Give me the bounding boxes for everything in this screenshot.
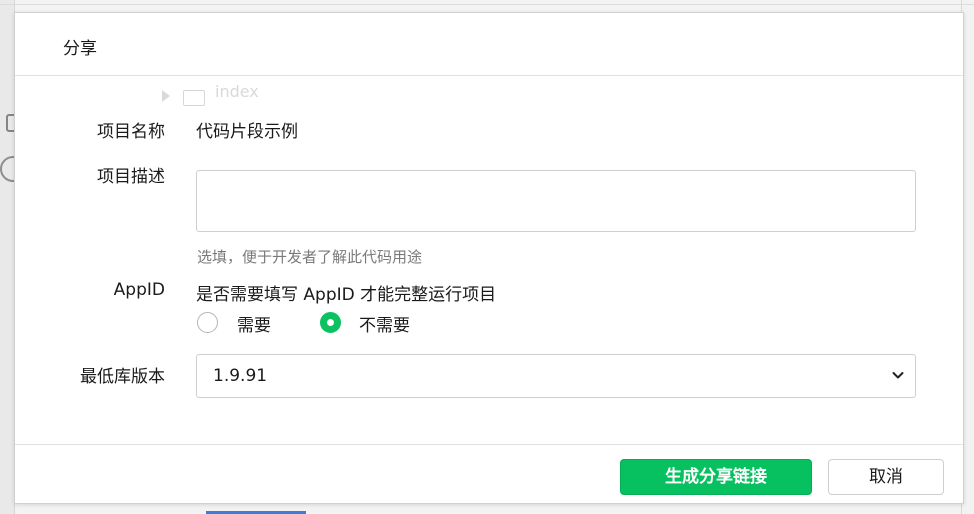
caret-right-icon [162, 90, 170, 102]
background-left-panel [0, 0, 15, 514]
chevron-down-icon [892, 372, 904, 379]
dialog-header: 分享 [15, 13, 963, 76]
project-desc-hint: 选填，便于开发者了解此代码用途 [197, 248, 423, 266]
project-name-label: 项目名称 [97, 122, 165, 142]
background-divider [0, 4, 974, 5]
radio-no-appid-label[interactable]: 不需要 [359, 311, 410, 336]
generate-share-link-button[interactable]: 生成分享链接 [620, 459, 812, 495]
min-lib-version-value: 1.9.91 [213, 366, 268, 386]
background-tree-item: index [215, 82, 259, 101]
share-dialog: 分享 index 项目名称 代码片段示例 项目描述 选填，便于开发者了解此代码用… [14, 12, 964, 504]
dialog-footer: 生成分享链接 取消 [15, 444, 963, 503]
radio-need-appid-label[interactable]: 需要 [237, 311, 271, 336]
min-lib-version-select[interactable]: 1.9.91 [196, 354, 916, 398]
project-desc-textarea[interactable] [196, 170, 916, 232]
dialog-body: index 项目名称 代码片段示例 项目描述 选填，便于开发者了解此代码用途 A… [15, 76, 963, 444]
min-lib-version-label: 最低库版本 [80, 367, 165, 387]
cancel-button[interactable]: 取消 [828, 459, 944, 495]
project-name-value: 代码片段示例 [196, 122, 298, 142]
appid-question: 是否需要填写 AppID 才能完整运行项目 [196, 285, 497, 305]
radio-need-appid[interactable] [197, 312, 218, 333]
appid-label: AppID [113, 280, 165, 300]
folder-icon [183, 90, 205, 106]
project-desc-label: 项目描述 [97, 167, 165, 187]
radio-no-appid[interactable] [320, 312, 341, 333]
dialog-title: 分享 [63, 39, 97, 59]
